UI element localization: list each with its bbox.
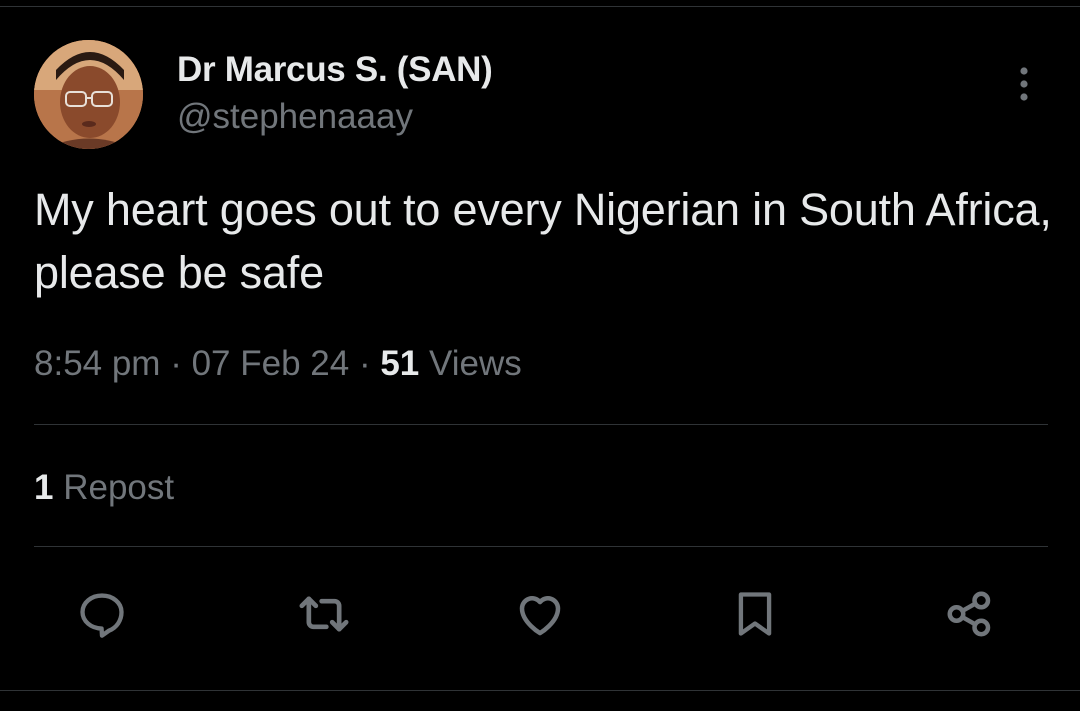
tweet-meta: 8:54 pm · 07 Feb 24 · 51 Views [34,344,522,384]
divider [34,424,1048,425]
more-options-icon[interactable] [1008,64,1040,104]
tweet-time[interactable]: 8:54 pm [34,344,160,383]
tweet-text: My heart goes out to every Nigerian in S… [34,184,1052,298]
bookmark-button[interactable] [727,586,783,642]
divider [34,546,1048,547]
top-divider [0,6,1080,7]
repost-label: Repost [63,468,175,507]
meta-separator: · [358,344,371,383]
share-icon [943,587,997,641]
reposts-link[interactable]: 1 Repost [34,468,174,508]
views-label: Views [429,344,522,383]
retweet-button[interactable] [296,586,352,642]
share-button[interactable] [942,586,998,642]
author-display-name[interactable]: Dr Marcus S. (SAN) [177,50,493,90]
bottom-divider [0,690,1080,691]
meta-separator: · [170,344,182,383]
retweet-icon [296,586,352,642]
repost-count: 1 [34,468,54,507]
avatar[interactable] [34,40,143,149]
like-button[interactable] [512,586,568,642]
avatar-photo [34,40,143,149]
reply-button[interactable] [74,586,130,642]
reply-icon [76,588,128,640]
views-count: 51 [380,344,420,383]
author-handle[interactable]: @stephenaaay [177,97,413,137]
bookmark-icon [729,586,781,642]
heart-icon [513,587,567,641]
tweet-date[interactable]: 07 Feb 24 [192,344,350,383]
